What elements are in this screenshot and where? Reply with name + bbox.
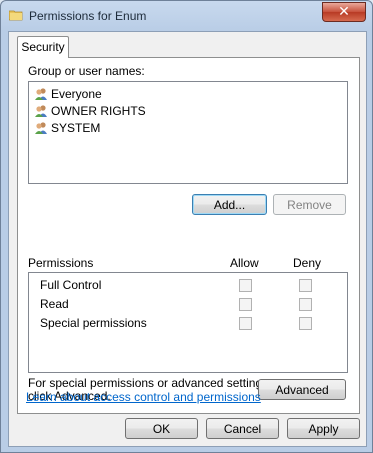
full-control-deny-checkbox[interactable] — [299, 279, 312, 292]
users-icon — [35, 104, 47, 117]
permission-name: Read — [40, 297, 69, 311]
close-button[interactable]: ✕ — [322, 2, 366, 22]
allow-column-header: Allow — [230, 256, 259, 270]
deny-column-header: Deny — [293, 256, 322, 270]
permissions-dialog: Permissions for Enum ✕ Security Group or… — [0, 0, 373, 453]
permissions-list: Full Control Read Special permissions — [28, 272, 348, 373]
apply-button[interactable]: Apply — [287, 418, 360, 439]
list-item[interactable]: Everyone — [34, 85, 102, 102]
permissions-label: Permissions — [28, 256, 94, 270]
read-allow-checkbox[interactable] — [239, 298, 252, 311]
tab-security[interactable]: Security — [17, 36, 69, 58]
title-bar[interactable]: Permissions for Enum ✕ — [1, 1, 372, 31]
close-icon: ✕ — [338, 4, 350, 20]
full-control-allow-checkbox[interactable] — [239, 279, 252, 292]
dialog-client-area: Security Group or user names: Everyone O… — [8, 31, 367, 447]
permission-name: Special permissions — [40, 316, 147, 330]
user-name: Everyone — [51, 86, 102, 101]
read-deny-checkbox[interactable] — [299, 298, 312, 311]
cancel-button[interactable]: Cancel — [206, 418, 279, 439]
users-icon — [35, 87, 47, 100]
permission-name: Full Control — [40, 278, 102, 292]
window-title: Permissions for Enum — [29, 9, 147, 23]
users-icon — [35, 121, 47, 134]
learn-access-control-link[interactable]: Learn about access control and permissio… — [26, 390, 261, 404]
security-tab-panel: Group or user names: Everyone OWNER RIGH… — [17, 57, 360, 414]
group-names-label: Group or user names: — [28, 64, 145, 78]
folder-icon — [9, 10, 23, 21]
user-name: SYSTEM — [51, 120, 101, 135]
ok-button[interactable]: OK — [125, 418, 198, 439]
remove-button[interactable]: Remove — [273, 194, 346, 215]
list-item[interactable]: OWNER RIGHTS — [34, 102, 146, 119]
special-permissions-deny-checkbox[interactable] — [299, 317, 312, 330]
user-name: OWNER RIGHTS — [51, 103, 146, 118]
special-permissions-allow-checkbox[interactable] — [239, 317, 252, 330]
advanced-button[interactable]: Advanced — [258, 379, 346, 400]
list-item[interactable]: SYSTEM — [34, 119, 100, 136]
user-list[interactable]: Everyone OWNER RIGHTS SYSTEM — [28, 81, 348, 184]
add-button[interactable]: Add... — [192, 194, 267, 215]
